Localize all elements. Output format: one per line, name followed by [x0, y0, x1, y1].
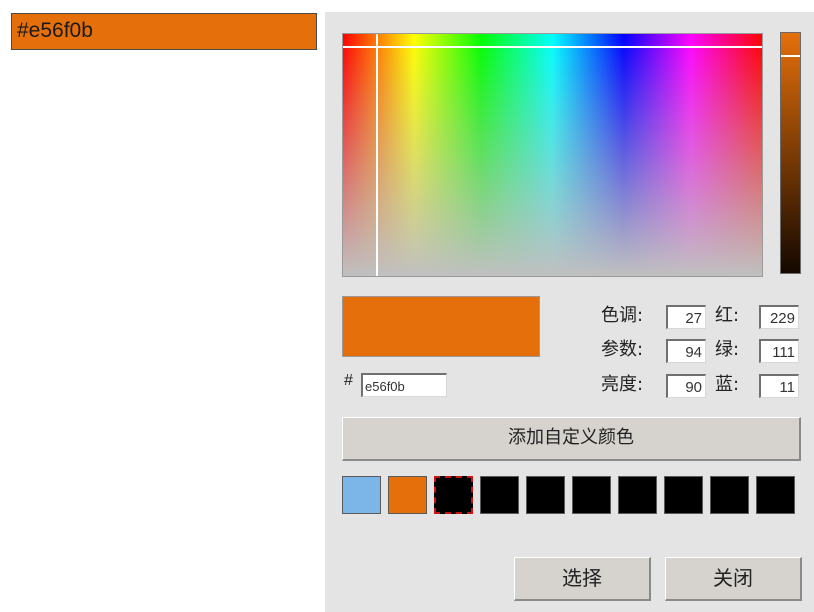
color-swatch[interactable] — [434, 476, 473, 514]
color-swatch[interactable] — [342, 476, 381, 514]
color-swatch[interactable] — [480, 476, 519, 514]
green-label: 绿: — [715, 339, 740, 360]
saturation-label: 参数: — [601, 339, 644, 360]
brightness-slider-marker[interactable] — [781, 55, 800, 57]
brightness-input[interactable] — [666, 374, 706, 398]
color-swatch[interactable] — [618, 476, 657, 514]
color-preview — [342, 296, 540, 357]
blue-label: 蓝: — [715, 374, 740, 395]
green-input[interactable] — [759, 339, 799, 363]
hue-label: 色调: — [601, 305, 644, 326]
color-swatch[interactable] — [526, 476, 565, 514]
blue-input[interactable] — [759, 374, 799, 398]
red-input[interactable] — [759, 305, 799, 329]
color-swatch[interactable] — [710, 476, 749, 514]
color-value-field[interactable]: #e56f0b — [11, 13, 317, 50]
brightness-slider[interactable] — [780, 32, 801, 274]
close-button[interactable]: 关闭 — [665, 557, 802, 601]
color-swatch[interactable] — [664, 476, 703, 514]
hue-saturation-spectrum[interactable] — [342, 33, 763, 277]
color-swatch[interactable] — [572, 476, 611, 514]
add-custom-color-button[interactable]: 添加自定义颜色 — [342, 417, 801, 461]
hex-prefix: # — [344, 372, 353, 389]
brightness-label: 亮度: — [601, 374, 644, 395]
saturation-input[interactable] — [666, 339, 706, 363]
hex-input[interactable] — [361, 373, 447, 397]
spectrum-crosshair-horizontal — [343, 46, 762, 48]
select-button[interactable]: 选择 — [514, 557, 651, 601]
hue-input[interactable] — [666, 305, 706, 329]
color-picker-panel: # 色调: 红: 参数: 绿: 亮度: 蓝: 添加自定义颜色 选择 关闭 — [325, 12, 814, 612]
spectrum-crosshair-vertical — [376, 34, 378, 276]
red-label: 红: — [715, 305, 740, 326]
color-swatch[interactable] — [756, 476, 795, 514]
color-swatch[interactable] — [388, 476, 427, 514]
